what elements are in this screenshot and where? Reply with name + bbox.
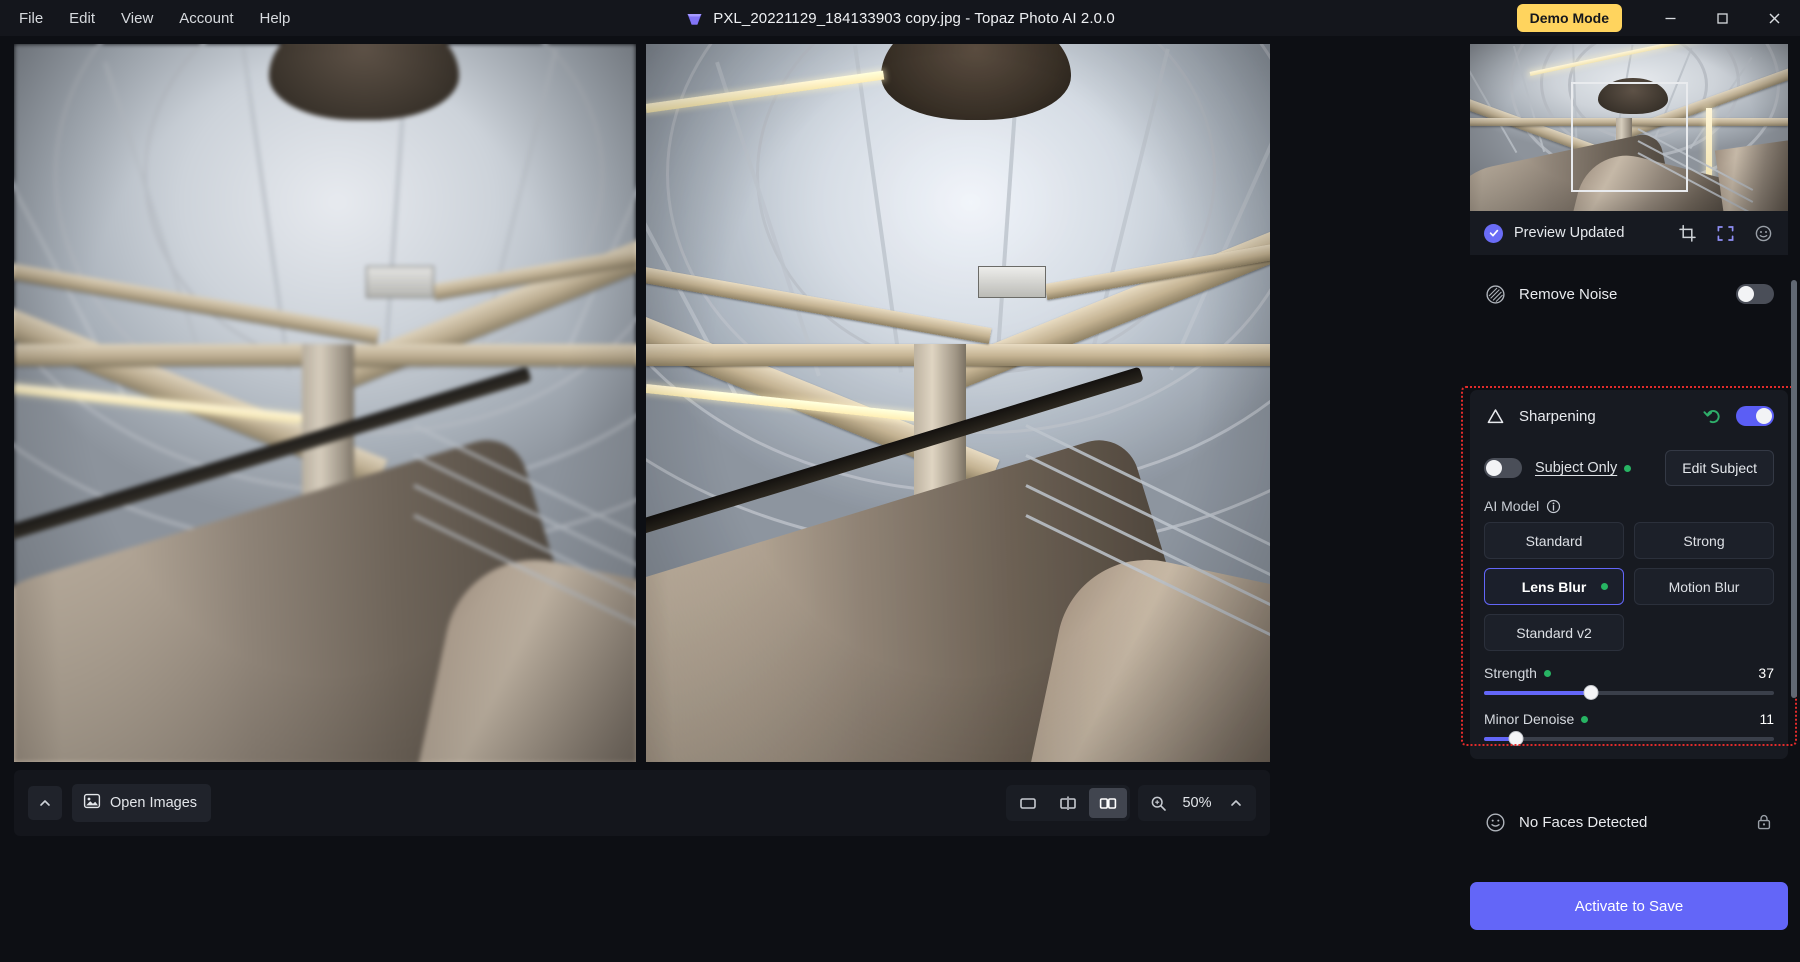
ai-model-standard-v2-label: Standard v2: [1516, 624, 1592, 641]
slider-minor-denoise: Minor Denoise 11: [1470, 697, 1788, 759]
ai-model-lens-blur[interactable]: Lens Blur: [1484, 568, 1624, 605]
menu-item-account[interactable]: Account: [166, 4, 246, 33]
undo-arrow-icon[interactable]: [1701, 405, 1723, 427]
slider-minor-denoise-header: Minor Denoise 11: [1484, 711, 1774, 727]
topaz-gem-icon: [685, 9, 704, 28]
menu-bar: File Edit View Account Help: [0, 0, 303, 36]
subject-only-row: Subject Only Edit Subject: [1470, 442, 1788, 494]
subject-only-change-dot: [1624, 464, 1632, 472]
window-title: PXL_20221129_184133903 copy.jpg - Topaz …: [713, 9, 1115, 27]
faces-label: No Faces Detected: [1519, 813, 1648, 831]
navigator-thumbnail[interactable]: [1470, 44, 1788, 211]
slider-minor-denoise-track[interactable]: [1484, 731, 1774, 746]
right-sidebar: Preview Updated Remove Noise Sharpening …: [0, 36, 1800, 962]
slider-strength-thumb[interactable]: [1583, 685, 1599, 700]
crop-icon[interactable]: [1676, 222, 1698, 244]
subject-only-label[interactable]: Subject Only: [1535, 460, 1617, 476]
ai-model-lens-blur-label: Lens Blur: [1521, 578, 1587, 595]
slider-minor-denoise-thumb[interactable]: [1508, 731, 1524, 746]
menu-item-file[interactable]: File: [6, 4, 56, 33]
preview-status-label: Preview Updated: [1514, 225, 1625, 241]
slider-strength-header: Strength 37: [1484, 665, 1774, 681]
navigator-viewport-rect[interactable]: [1571, 82, 1688, 192]
lock-icon[interactable]: [1754, 812, 1774, 832]
check-circle-icon: [1484, 223, 1503, 243]
ai-model-standard-label: Standard: [1525, 532, 1583, 549]
menu-item-edit[interactable]: Edit: [56, 4, 108, 33]
sharpening-label: Sharpening: [1519, 407, 1596, 425]
slider-strength-dot: [1543, 669, 1551, 677]
sidebar-scrollbar-thumb[interactable]: [1791, 280, 1797, 698]
ai-model-lens-blur-dot: [1601, 583, 1608, 590]
panel-sharpening: Sharpening Subject Only Edit Subject AI …: [1470, 390, 1788, 759]
minimize-icon[interactable]: [1644, 0, 1696, 36]
remove-noise-toggle[interactable]: [1736, 284, 1774, 304]
preview-status-bar: Preview Updated: [1470, 211, 1788, 255]
remove-noise-label: Remove Noise: [1519, 285, 1618, 303]
ai-model-motion-blur-label: Motion Blur: [1668, 578, 1740, 595]
face-icon[interactable]: [1752, 222, 1774, 244]
title-bar: File Edit View Account Help PXL_20221129…: [0, 0, 1800, 36]
activate-to-save-button[interactable]: Activate to Save: [1470, 882, 1788, 930]
maximize-icon[interactable]: [1696, 0, 1748, 36]
slider-strength-fill: [1484, 691, 1592, 695]
demo-mode-badge[interactable]: Demo Mode: [1516, 4, 1622, 32]
menu-item-help[interactable]: Help: [246, 4, 303, 33]
preview-action-icons: [1676, 222, 1774, 244]
slider-strength-track[interactable]: [1484, 685, 1774, 700]
ai-model-strong[interactable]: Strong: [1634, 522, 1774, 559]
ai-model-options: Standard Strong Lens Blur Motion Blur St…: [1470, 522, 1788, 651]
slider-minor-denoise-dot: [1581, 715, 1589, 723]
edit-subject-button[interactable]: Edit Subject: [1665, 450, 1774, 486]
ai-model-standard-v2[interactable]: Standard v2: [1484, 614, 1624, 651]
slider-strength-value: 37: [1758, 665, 1774, 681]
sharpening-toggle[interactable]: [1736, 406, 1774, 426]
sharpen-triangle-icon: [1484, 405, 1507, 428]
sharpening-header[interactable]: Sharpening: [1470, 390, 1788, 442]
ai-model-strong-label: Strong: [1683, 532, 1725, 549]
ai-model-label: AI Model: [1484, 498, 1540, 514]
ai-model-standard[interactable]: Standard: [1484, 522, 1624, 559]
info-icon[interactable]: [1546, 499, 1561, 514]
slider-strength: Strength 37: [1470, 651, 1788, 700]
ai-model-header: AI Model: [1470, 494, 1788, 522]
fullscreen-icon[interactable]: [1714, 222, 1736, 244]
panel-remove-noise[interactable]: Remove Noise: [1470, 268, 1788, 320]
app-window: File Edit View Account Help PXL_20221129…: [0, 0, 1800, 962]
remove-noise-controls: [1736, 284, 1774, 304]
noise-icon: [1484, 283, 1507, 306]
enhancement-panel-list: Remove Noise Sharpening Subject Only Edi…: [1456, 268, 1800, 788]
slider-minor-denoise-value: 11: [1759, 711, 1774, 727]
sharpening-controls: [1701, 405, 1774, 427]
sidebar-scrollbar[interactable]: [1791, 280, 1797, 760]
close-icon[interactable]: [1748, 0, 1800, 36]
ai-model-motion-blur[interactable]: Motion Blur: [1634, 568, 1774, 605]
panel-faces[interactable]: No Faces Detected: [1470, 796, 1788, 848]
slider-strength-label: Strength: [1484, 665, 1537, 681]
subject-only-toggle[interactable]: [1484, 458, 1522, 478]
window-controls: Demo Mode: [1516, 0, 1800, 36]
smiley-icon: [1484, 811, 1507, 834]
menu-item-view[interactable]: View: [108, 4, 166, 33]
slider-minor-denoise-label: Minor Denoise: [1484, 711, 1575, 727]
